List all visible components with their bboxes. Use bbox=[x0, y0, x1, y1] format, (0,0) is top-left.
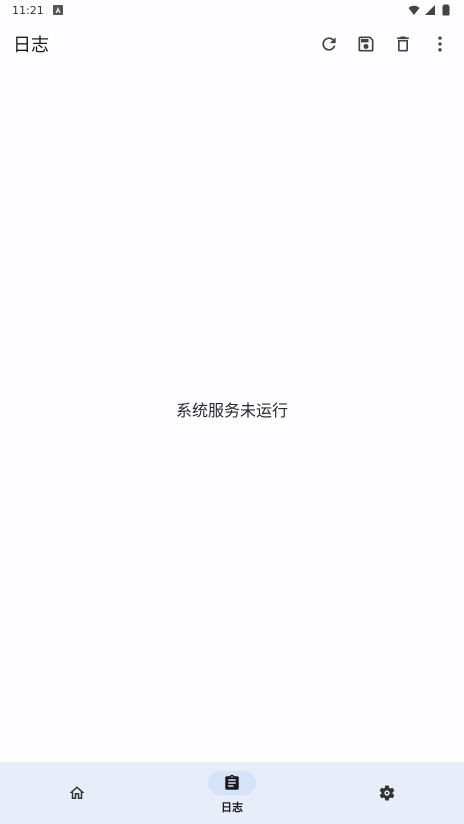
save-button[interactable] bbox=[347, 24, 384, 64]
log-content: 系统服务未运行 bbox=[0, 68, 464, 762]
status-time: 11:21 bbox=[12, 3, 44, 17]
nav-item-logs[interactable]: 日志 bbox=[155, 762, 310, 824]
refresh-icon bbox=[319, 34, 339, 54]
battery-icon bbox=[440, 4, 452, 16]
toolbar-actions bbox=[310, 24, 458, 64]
nav-pill-logs bbox=[208, 771, 256, 795]
nav-item-settings[interactable] bbox=[309, 762, 464, 824]
status-bar: 11:21 bbox=[0, 0, 464, 20]
save-icon bbox=[356, 34, 376, 54]
nav-pill-settings bbox=[363, 781, 411, 805]
nav-label-logs: 日志 bbox=[221, 801, 243, 814]
more-vert-icon bbox=[430, 34, 450, 54]
page-title: 日志 bbox=[13, 35, 49, 56]
bottom-navigation: 日志 bbox=[0, 762, 464, 824]
nav-pill-home bbox=[53, 781, 101, 805]
clipboard-icon bbox=[223, 774, 241, 792]
refresh-button[interactable] bbox=[310, 24, 347, 64]
home-icon bbox=[68, 784, 86, 802]
top-app-bar: 日志 bbox=[0, 20, 464, 68]
settings-icon bbox=[378, 784, 396, 802]
delete-icon bbox=[393, 34, 413, 54]
empty-state-message: 系统服务未运行 bbox=[175, 401, 288, 420]
wifi-icon bbox=[408, 4, 420, 16]
notification-a-icon bbox=[52, 4, 64, 16]
delete-button[interactable] bbox=[384, 24, 421, 64]
more-options-button[interactable] bbox=[421, 24, 458, 64]
nav-item-home[interactable] bbox=[0, 762, 155, 824]
signal-icon bbox=[424, 4, 436, 16]
